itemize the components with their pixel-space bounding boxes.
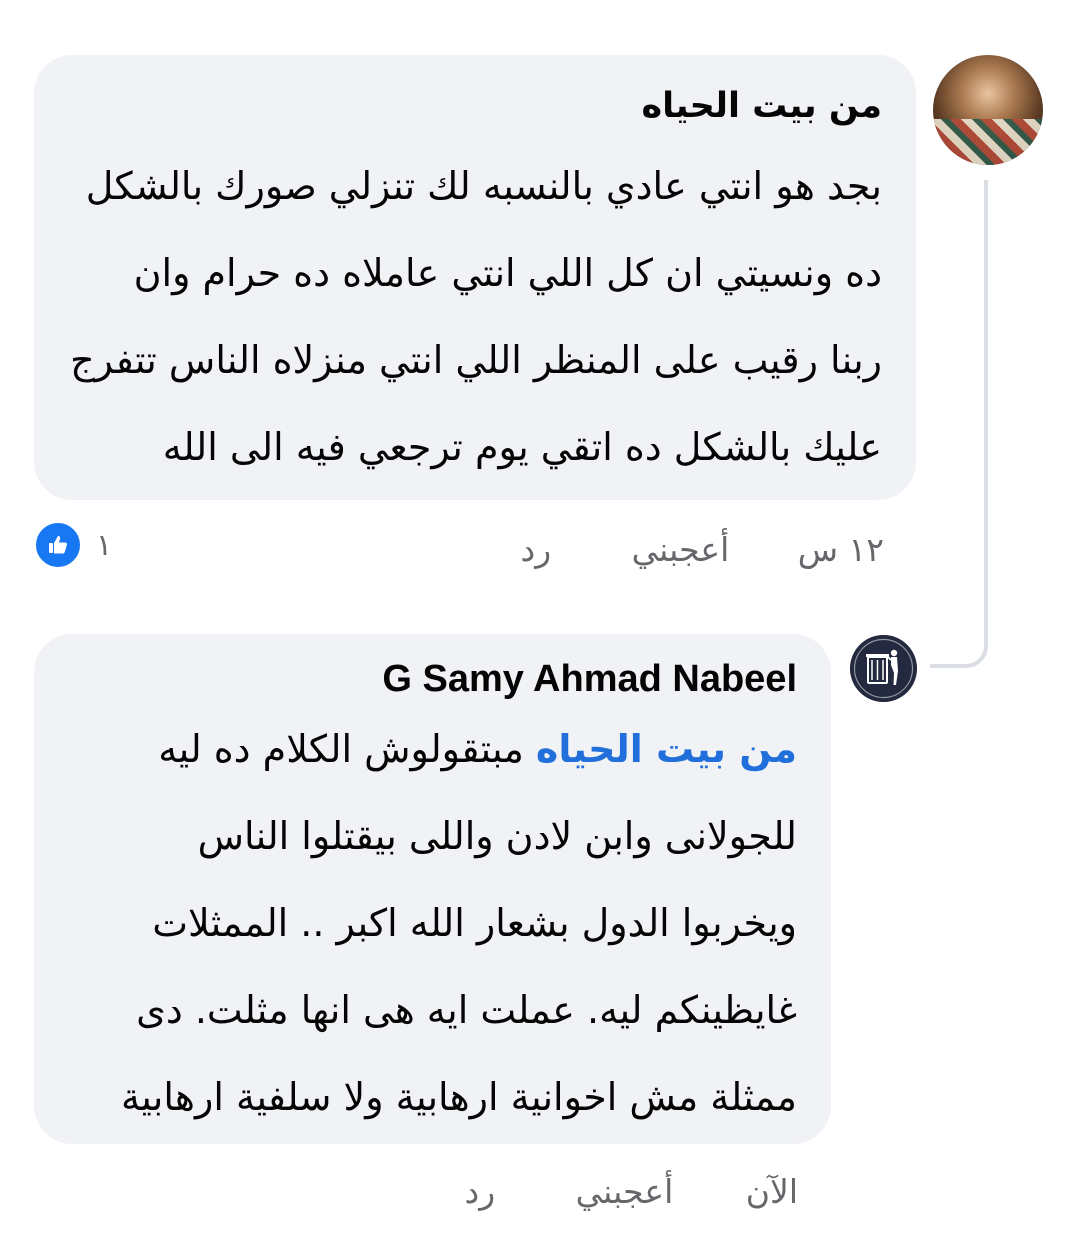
comment-line: ده ونسيتي ان كل اللي انتي عاملاه ده حرام… <box>133 251 882 295</box>
comment-line: غايظينكم ليه. عملت ايه هى انها مثلت. دى <box>136 988 797 1032</box>
avatar-photo-floor <box>933 118 1043 165</box>
comment-line: من بيت الحياه مبتقولوش الكلام ده ليه <box>64 706 797 793</box>
avatar-commenter-1[interactable] <box>933 55 1043 165</box>
comment-line: بجد هو انتي عادي بالنسبه لك تنزلي صورك ب… <box>85 164 882 208</box>
trash-bin-icon <box>850 635 917 702</box>
comment-line: ويخربوا الدول بشعار الله اكبر .. الممثلا… <box>152 901 797 945</box>
comment-line-rest: مبتقولوش الكلام ده ليه <box>158 727 524 771</box>
comment-author-name[interactable]: G Samy Ahmad Nabeel <box>64 656 797 702</box>
thread-connector-line <box>930 180 988 668</box>
comment-author-name[interactable]: من بيت الحياه <box>64 83 882 129</box>
comment-text: من بيت الحياه مبتقولوش الكلام ده ليه للج… <box>64 706 797 1141</box>
comment-text: بجد هو انتي عادي بالنسبه لك تنزلي صورك ب… <box>64 143 882 491</box>
comment-bubble-1: من بيت الحياه بجد هو انتي عادي بالنسبه ل… <box>34 55 916 500</box>
reaction-count: ١ <box>96 527 113 563</box>
like-button[interactable]: أعجبني <box>576 1172 674 1211</box>
mention-link[interactable]: من بيت الحياه <box>536 727 797 771</box>
reply-button[interactable]: رد <box>521 530 552 569</box>
comment-line: عليك بالشكل ده اتقي يوم ترجعي فيه الى ال… <box>162 425 882 469</box>
comment-timestamp[interactable]: الآن <box>746 1172 798 1211</box>
avatar-commenter-2[interactable] <box>850 635 917 702</box>
comment-line: ربنا رقيب على المنظر اللي انتي منزلاه ال… <box>70 338 882 382</box>
comment-timestamp[interactable]: ١٢ س <box>798 530 884 569</box>
comment-line: للجولانى وابن لادن واللى بيقتلوا الناس <box>197 814 797 858</box>
comment-actions-2: الآن أعجبني رد <box>465 1172 798 1211</box>
comment-bubble-2: G Samy Ahmad Nabeel من بيت الحياه مبتقول… <box>34 634 831 1144</box>
comment-line: ممثلة مش اخوانية ارهابية ولا سلفية ارهاب… <box>120 1075 797 1119</box>
like-button[interactable]: أعجبني <box>632 530 730 569</box>
reaction-summary[interactable]: ١ <box>34 521 113 569</box>
thumbs-up-icon <box>34 521 82 569</box>
comment-actions-1: ١٢ س أعجبني رد <box>521 530 884 569</box>
reply-button[interactable]: رد <box>465 1172 496 1211</box>
